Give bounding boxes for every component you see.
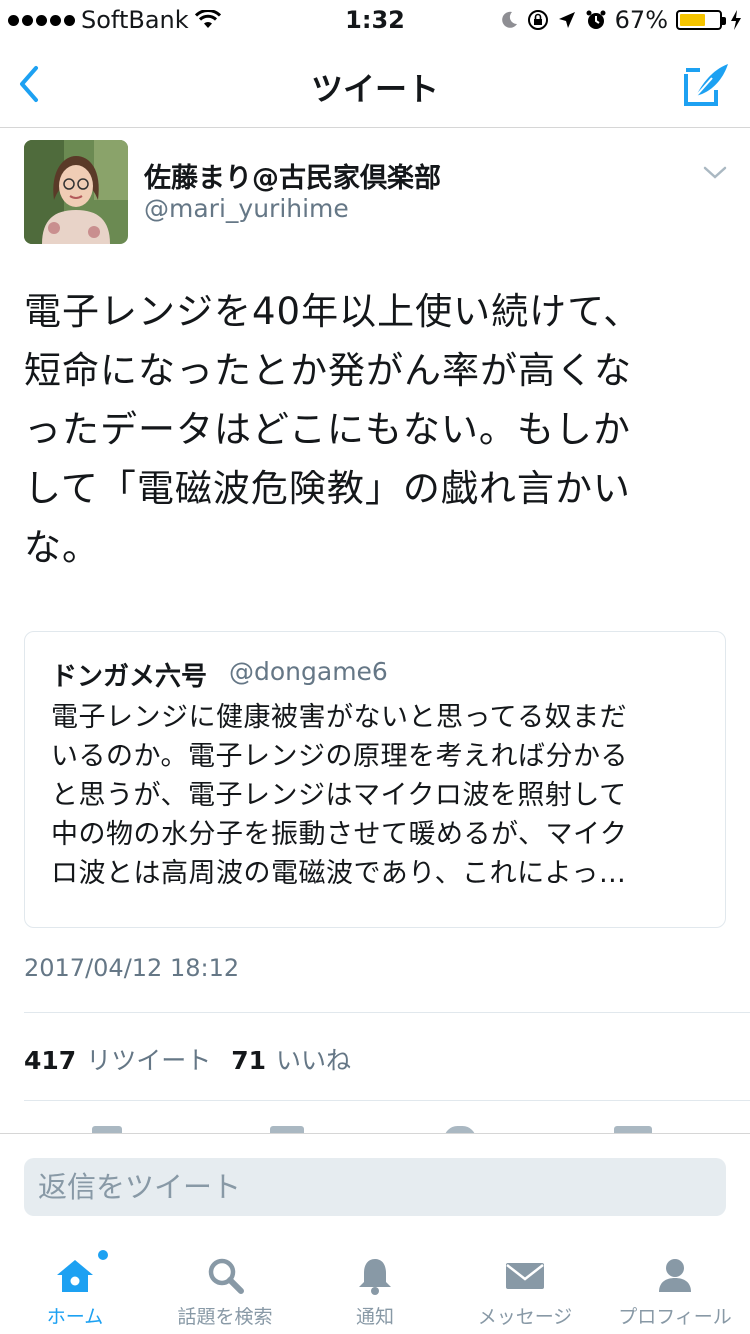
author-handle[interactable]: @mari_yurihime [144, 194, 349, 223]
avatar-image [24, 140, 128, 244]
tab-profile[interactable]: プロフィール [600, 1240, 750, 1334]
quoted-author-name: ドンガメ六号 [51, 662, 208, 692]
bell-icon [359, 1259, 391, 1295]
tweet-timestamp: 2017/04/12 18:12 [24, 954, 240, 982]
tab-bar: ホーム 話題を検索 通知 メッセージ プロフィール [0, 1240, 750, 1334]
status-bar: SoftBank 1:32 67% [0, 0, 750, 40]
retweet-label[interactable]: リツイート [86, 1041, 211, 1077]
retweet-count[interactable]: 417 [24, 1046, 76, 1075]
divider [24, 1012, 750, 1013]
like-count[interactable]: 71 [231, 1046, 266, 1075]
notification-dot [96, 1248, 110, 1262]
tab-label: 話題を検索 [177, 1306, 273, 1328]
battery-level [680, 14, 706, 26]
tab-label: プロフィール [618, 1306, 732, 1328]
battery-percent: 67% [614, 6, 668, 34]
tweet-text: 電子レンジを40年以上使い続けて、 短命になったとか発がん率が高くな ったデータ… [24, 290, 642, 569]
location-icon [558, 12, 575, 28]
charging-icon [731, 10, 741, 30]
divider [24, 1100, 750, 1101]
orientation-lock-icon [527, 10, 548, 30]
compose-tweet-icon[interactable] [682, 60, 730, 108]
tab-search[interactable]: 話題を検索 [150, 1240, 300, 1334]
page-title: ツイート [310, 70, 439, 108]
battery-icon [676, 10, 726, 30]
tab-notifications[interactable]: 通知 [300, 1240, 450, 1334]
reply-input[interactable] [24, 1158, 726, 1216]
tweet-stats: 417 リツイート 71 いいね [24, 1041, 371, 1077]
quoted-tweet[interactable]: ドンガメ六号 @dongame6 電子レンジに健康被害がないと思ってる奴まだ い… [24, 631, 726, 928]
tweet-actions [0, 1120, 750, 1134]
navigation-bar: ツイート [0, 40, 750, 128]
status-right: 67% [499, 6, 742, 34]
author-name[interactable]: 佐藤まり@古民家倶楽部 [144, 156, 441, 195]
envelope-icon [506, 1263, 544, 1289]
tab-label: ホーム [46, 1306, 104, 1328]
avatar[interactable] [24, 140, 128, 244]
quoted-author-handle: @dongame6 [229, 657, 388, 686]
quoted-tweet-text: 電子レンジに健康被害がないと思ってる奴まだ いるのか。電子レンジの原理を考えれば… [51, 702, 628, 889]
like-label[interactable]: いいね [276, 1041, 351, 1077]
search-icon [208, 1258, 244, 1294]
tab-label: 通知 [355, 1306, 394, 1328]
tab-label: メッセージ [477, 1306, 573, 1328]
moon-icon [501, 11, 517, 28]
profile-icon [659, 1259, 691, 1292]
home-icon [57, 1260, 93, 1292]
tab-messages[interactable]: メッセージ [450, 1240, 600, 1334]
tab-home[interactable]: ホーム [0, 1240, 150, 1334]
alarm-icon [586, 10, 606, 29]
chevron-down-icon[interactable] [700, 160, 730, 184]
reply-bar [0, 1133, 750, 1238]
